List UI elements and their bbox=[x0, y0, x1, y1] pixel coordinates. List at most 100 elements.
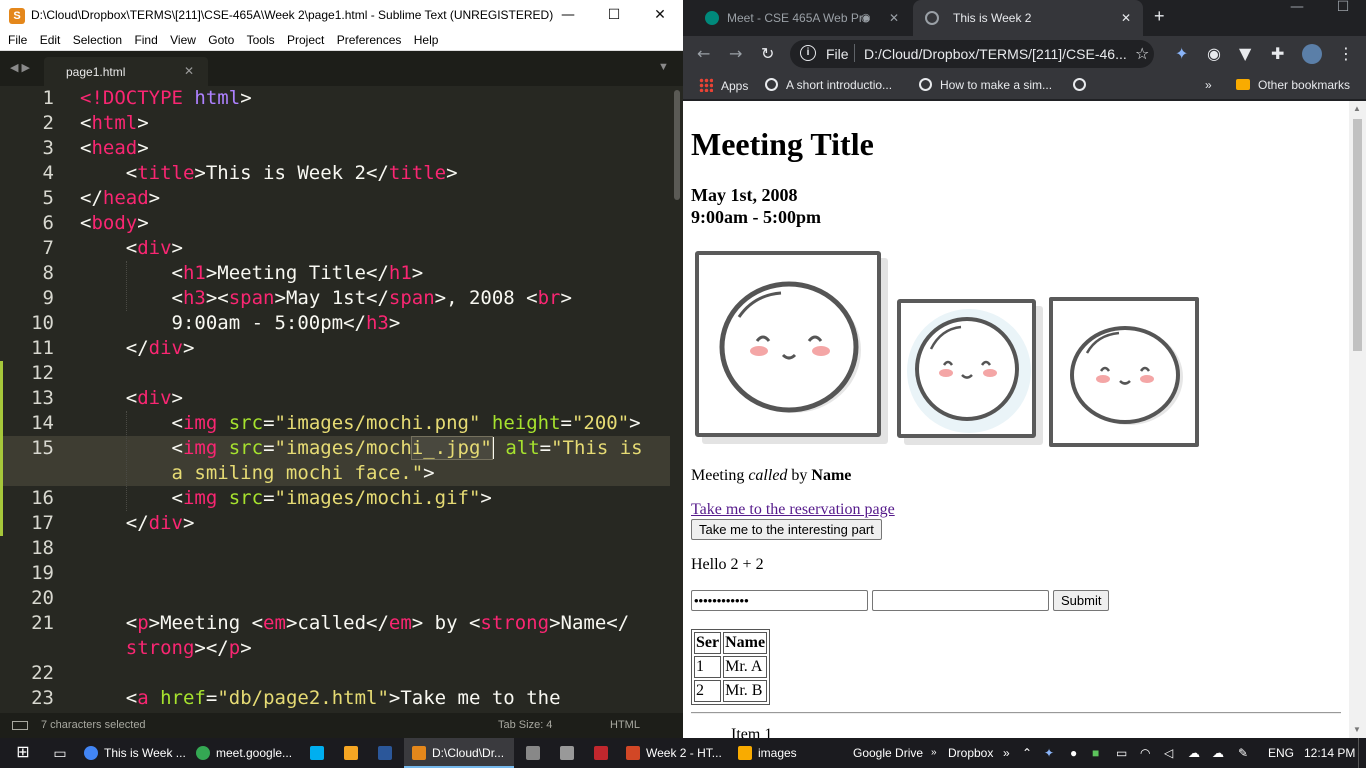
address-bar[interactable]: i File D:/Cloud/Dropbox/TERMS/[211]/CSE-… bbox=[790, 40, 1154, 68]
tab-page1-html[interactable]: page1.html ✕ bbox=[44, 57, 208, 86]
chrome-toolbar: ← → ↻ i File D:/Cloud/Dropbox/TERMS/[211… bbox=[683, 36, 1366, 72]
show-desktop-button[interactable] bbox=[1358, 738, 1359, 768]
bookmark-item[interactable]: A short introductio... bbox=[765, 78, 892, 92]
reload-icon[interactable]: ↻ bbox=[761, 44, 774, 63]
code-line: <title>This is Week 2</title> bbox=[80, 162, 458, 184]
scroll-up-icon[interactable]: ▲ bbox=[1353, 104, 1361, 113]
bookmark-item[interactable] bbox=[1073, 78, 1094, 92]
scrollbar-thumb[interactable] bbox=[674, 90, 680, 200]
tab-dropdown-icon[interactable]: ▼ bbox=[658, 61, 669, 73]
extension-icon[interactable]: ◉ bbox=[1207, 44, 1221, 63]
tray-dropbox[interactable]: Dropbox bbox=[948, 738, 993, 768]
taskbar-item[interactable]: This is Week ... bbox=[78, 738, 186, 768]
bookmark-apps[interactable]: Apps bbox=[699, 78, 748, 93]
data-table: Ser Name 1 Mr. A 2 Mr. B bbox=[691, 629, 771, 705]
table-cell: Mr. A bbox=[723, 656, 768, 678]
page-scrollbar[interactable]: ▲ ▼ bbox=[1349, 101, 1366, 738]
menu-tools[interactable]: Tools bbox=[239, 31, 275, 50]
chrome-restore-button[interactable]: ☐ bbox=[1320, 0, 1366, 31]
tray-overflow-icon[interactable]: » bbox=[1003, 738, 1010, 768]
tray-overflow-icon[interactable]: » bbox=[931, 738, 937, 768]
skype-icon bbox=[310, 746, 324, 760]
menu-file[interactable]: File bbox=[0, 31, 27, 50]
microphone-icon[interactable]: ● bbox=[1070, 738, 1077, 768]
tab-close-icon[interactable]: ✕ bbox=[889, 11, 899, 25]
tab-close-icon[interactable]: ✕ bbox=[184, 64, 194, 78]
extension-icon[interactable]: ▼ bbox=[1239, 44, 1251, 63]
browser-tab-meet[interactable]: Meet - CSE 465A Web Pro ◉ ✕ bbox=[691, 0, 911, 36]
url-text[interactable]: D:/Cloud/Dropbox/TERMS/[211]/CSE-46... bbox=[864, 46, 1127, 62]
code-line: <div> bbox=[80, 387, 183, 409]
taskbar-item[interactable]: images bbox=[732, 738, 832, 768]
menu-selection[interactable]: Selection bbox=[65, 31, 122, 50]
cloud-icon[interactable]: ☁ bbox=[1212, 738, 1224, 768]
battery-icon[interactable]: ▭ bbox=[1116, 738, 1127, 768]
menu-goto[interactable]: Goto bbox=[200, 31, 234, 50]
taskbar-item-sublime[interactable]: D:\Cloud\Dr... bbox=[404, 738, 514, 768]
info-icon[interactable]: i bbox=[800, 45, 816, 61]
menu-kebab-icon[interactable]: ⋮ bbox=[1338, 44, 1354, 63]
code-editor[interactable]: 1 2 3 4 5 6 7 8 9 10 11 12 13 14 15 16 1… bbox=[0, 86, 670, 713]
menu-project[interactable]: Project bbox=[279, 31, 324, 50]
menu-view[interactable]: View bbox=[162, 31, 196, 50]
text-field[interactable] bbox=[872, 590, 1049, 611]
menu-help[interactable]: Help bbox=[406, 31, 439, 50]
tab-size-status[interactable]: Tab Size: 4 bbox=[498, 719, 552, 731]
app-tray-icon[interactable]: ■ bbox=[1092, 738, 1099, 768]
bookmarks-overflow-icon[interactable]: » bbox=[1205, 78, 1212, 92]
menu-find[interactable]: Find bbox=[126, 31, 157, 50]
back-arrow-icon[interactable]: ← bbox=[697, 44, 710, 63]
clock[interactable]: 12:14 PM bbox=[1304, 738, 1355, 768]
reservation-link[interactable]: Take me to the reservation page bbox=[691, 501, 895, 519]
taskbar-item[interactable] bbox=[336, 738, 366, 768]
minimize-button[interactable]: — bbox=[545, 0, 591, 31]
tray-google-drive[interactable]: Google Drive bbox=[853, 738, 923, 768]
taskbar-item[interactable] bbox=[586, 738, 616, 768]
profile-avatar[interactable] bbox=[1302, 44, 1322, 64]
volume-icon[interactable]: ◁ bbox=[1164, 738, 1173, 768]
language-indicator[interactable]: ENG bbox=[1268, 738, 1294, 768]
taskbar-item[interactable]: meet.google... bbox=[190, 738, 296, 768]
scroll-down-icon[interactable]: ▼ bbox=[1353, 725, 1361, 734]
password-field[interactable]: •••••••••••• bbox=[691, 590, 868, 611]
close-button[interactable]: ✕ bbox=[637, 0, 683, 31]
new-tab-button[interactable]: + bbox=[1154, 6, 1165, 27]
line-number: 5 bbox=[42, 187, 54, 209]
dropbox-tray-icon[interactable]: ✦ bbox=[1044, 738, 1054, 768]
editor-scrollbar[interactable] bbox=[670, 86, 683, 713]
menu-preferences[interactable]: Preferences bbox=[329, 31, 402, 50]
table-cell: 2 bbox=[694, 680, 722, 702]
bookmark-item[interactable]: How to make a sim... bbox=[919, 78, 1052, 92]
start-windows-icon[interactable]: ⊞ bbox=[0, 738, 46, 768]
line-number: 23 bbox=[31, 687, 54, 709]
tab-close-icon[interactable]: ✕ bbox=[1121, 11, 1131, 25]
taskbar-item[interactable] bbox=[518, 738, 548, 768]
scrollbar-thumb[interactable] bbox=[1353, 119, 1362, 351]
tab-label: page1.html bbox=[66, 65, 126, 79]
bookmark-other[interactable]: Other bookmarks bbox=[1236, 78, 1350, 92]
browser-tab-week2[interactable]: This is Week 2 ✕ bbox=[913, 0, 1143, 36]
app-icon bbox=[344, 746, 358, 760]
extension-icon[interactable]: ✦ bbox=[1175, 44, 1188, 63]
taskbar-item[interactable]: Week 2 - HT... bbox=[620, 738, 726, 768]
show-hidden-icons[interactable]: ⌃ bbox=[1022, 738, 1032, 768]
task-view-icon[interactable]: ▭ bbox=[46, 738, 74, 768]
meeting-paragraph: Meeting called by Name bbox=[691, 467, 852, 484]
onedrive-icon[interactable]: ☁ bbox=[1188, 738, 1200, 768]
tab-nav-arrows-icon[interactable]: ◀▶ bbox=[10, 61, 33, 74]
taskbar-item[interactable] bbox=[302, 738, 332, 768]
syntax-status[interactable]: HTML bbox=[610, 719, 640, 731]
menu-edit[interactable]: Edit bbox=[32, 31, 61, 50]
forward-arrow-icon[interactable]: → bbox=[729, 44, 742, 63]
panel-toggle-icon[interactable] bbox=[12, 721, 28, 730]
chrome-minimize-button[interactable]: — bbox=[1274, 0, 1320, 31]
pen-icon[interactable]: ✎ bbox=[1238, 738, 1248, 768]
puzzle-icon[interactable]: ✚ bbox=[1271, 44, 1284, 63]
interesting-part-button[interactable]: Take me to the interesting part bbox=[691, 519, 882, 540]
bookmark-star-icon[interactable]: ☆ bbox=[1135, 44, 1149, 63]
taskbar-item[interactable] bbox=[370, 738, 400, 768]
submit-button[interactable]: Submit bbox=[1053, 590, 1110, 611]
wifi-icon[interactable]: ◠ bbox=[1140, 738, 1150, 768]
maximize-button[interactable]: ☐ bbox=[591, 0, 637, 31]
taskbar-item[interactable] bbox=[552, 738, 582, 768]
